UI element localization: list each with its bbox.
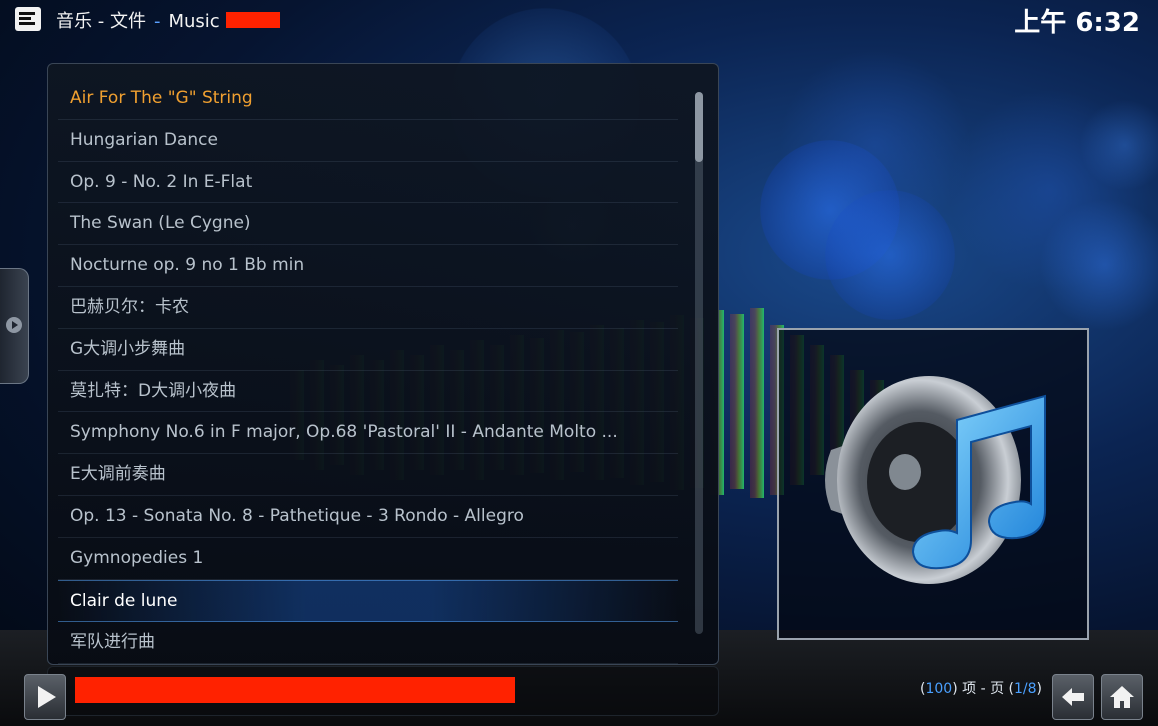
breadcrumb-root: 音乐 - 文件 bbox=[56, 11, 146, 32]
bokeh-light bbox=[780, 50, 970, 240]
page-indicator: 1/8 bbox=[1014, 681, 1037, 697]
list-item[interactable]: Gymnopedies 1 bbox=[58, 538, 678, 580]
list-item[interactable]: Hungarian Dance bbox=[58, 120, 678, 162]
breadcrumb: 音乐 - 文件 - Music bbox=[56, 7, 280, 33]
side-menu-tab[interactable] bbox=[0, 268, 29, 384]
breadcrumb-current: Music bbox=[168, 11, 220, 32]
header-bar: 音乐 - 文件 - Music 上午 6:32 bbox=[0, 0, 1158, 40]
list-item[interactable]: Symphony No.6 in F major, Op.68 'Pastora… bbox=[58, 412, 678, 455]
home-button[interactable] bbox=[1101, 674, 1143, 720]
back-arrow-icon bbox=[1062, 688, 1084, 706]
list-item[interactable]: E大调前奏曲 bbox=[58, 454, 678, 496]
chevron-right-icon bbox=[6, 317, 22, 333]
redaction-block bbox=[75, 677, 515, 703]
bokeh-light bbox=[1040, 200, 1158, 330]
file-list-panel: Air For The "G" String Hungarian Dance Op.… bbox=[47, 63, 719, 665]
scrollbar[interactable] bbox=[695, 92, 703, 634]
list-item[interactable]: G大调小步舞曲 bbox=[58, 329, 678, 371]
list-item[interactable]: The Swan (Le Cygne) bbox=[58, 203, 678, 246]
scrollbar-thumb[interactable] bbox=[695, 92, 703, 162]
list-item[interactable]: Op. 9 - No. 2 In E-Flat bbox=[58, 162, 678, 204]
bokeh-light bbox=[1080, 100, 1158, 190]
item-count: 100 bbox=[925, 681, 953, 697]
speaker-music-note-icon bbox=[825, 376, 1046, 584]
redaction-block bbox=[225, 12, 280, 28]
home-icon bbox=[1110, 686, 1134, 708]
count-close: ) bbox=[1036, 681, 1042, 697]
list-item[interactable]: Op. 13 - Sonata No. 8 - Pathetique - 3 R… bbox=[58, 496, 678, 538]
clock: 上午 6:32 bbox=[1014, 8, 1140, 38]
list-item[interactable]: Nocturne op. 9 no 1 Bb min bbox=[58, 245, 678, 287]
list-item[interactable]: Clair de lune bbox=[58, 579, 678, 623]
bokeh-light bbox=[760, 140, 900, 280]
list-item[interactable]: 巴赫贝尔：卡农 bbox=[58, 287, 678, 329]
back-button[interactable] bbox=[1052, 674, 1094, 720]
file-list: Air For The "G" String Hungarian Dance Op.… bbox=[58, 78, 678, 665]
album-thumbnail bbox=[777, 328, 1089, 640]
play-icon bbox=[38, 686, 56, 708]
count-mid: ) 项 - 页 ( bbox=[952, 681, 1014, 697]
list-item[interactable]: 军队进行曲 bbox=[58, 622, 678, 665]
kodi-logo-icon[interactable] bbox=[14, 6, 42, 32]
bokeh-light bbox=[950, 90, 1150, 290]
bokeh-light bbox=[825, 190, 955, 320]
list-item[interactable]: Air For The "G" String bbox=[58, 78, 678, 120]
breadcrumb-separator: - bbox=[153, 11, 161, 32]
item-page-count: (100) 项 - 页 (1/8) bbox=[920, 678, 1042, 698]
list-item[interactable]: 莫扎特：D大调小夜曲 bbox=[58, 371, 678, 413]
play-button[interactable] bbox=[24, 674, 66, 720]
